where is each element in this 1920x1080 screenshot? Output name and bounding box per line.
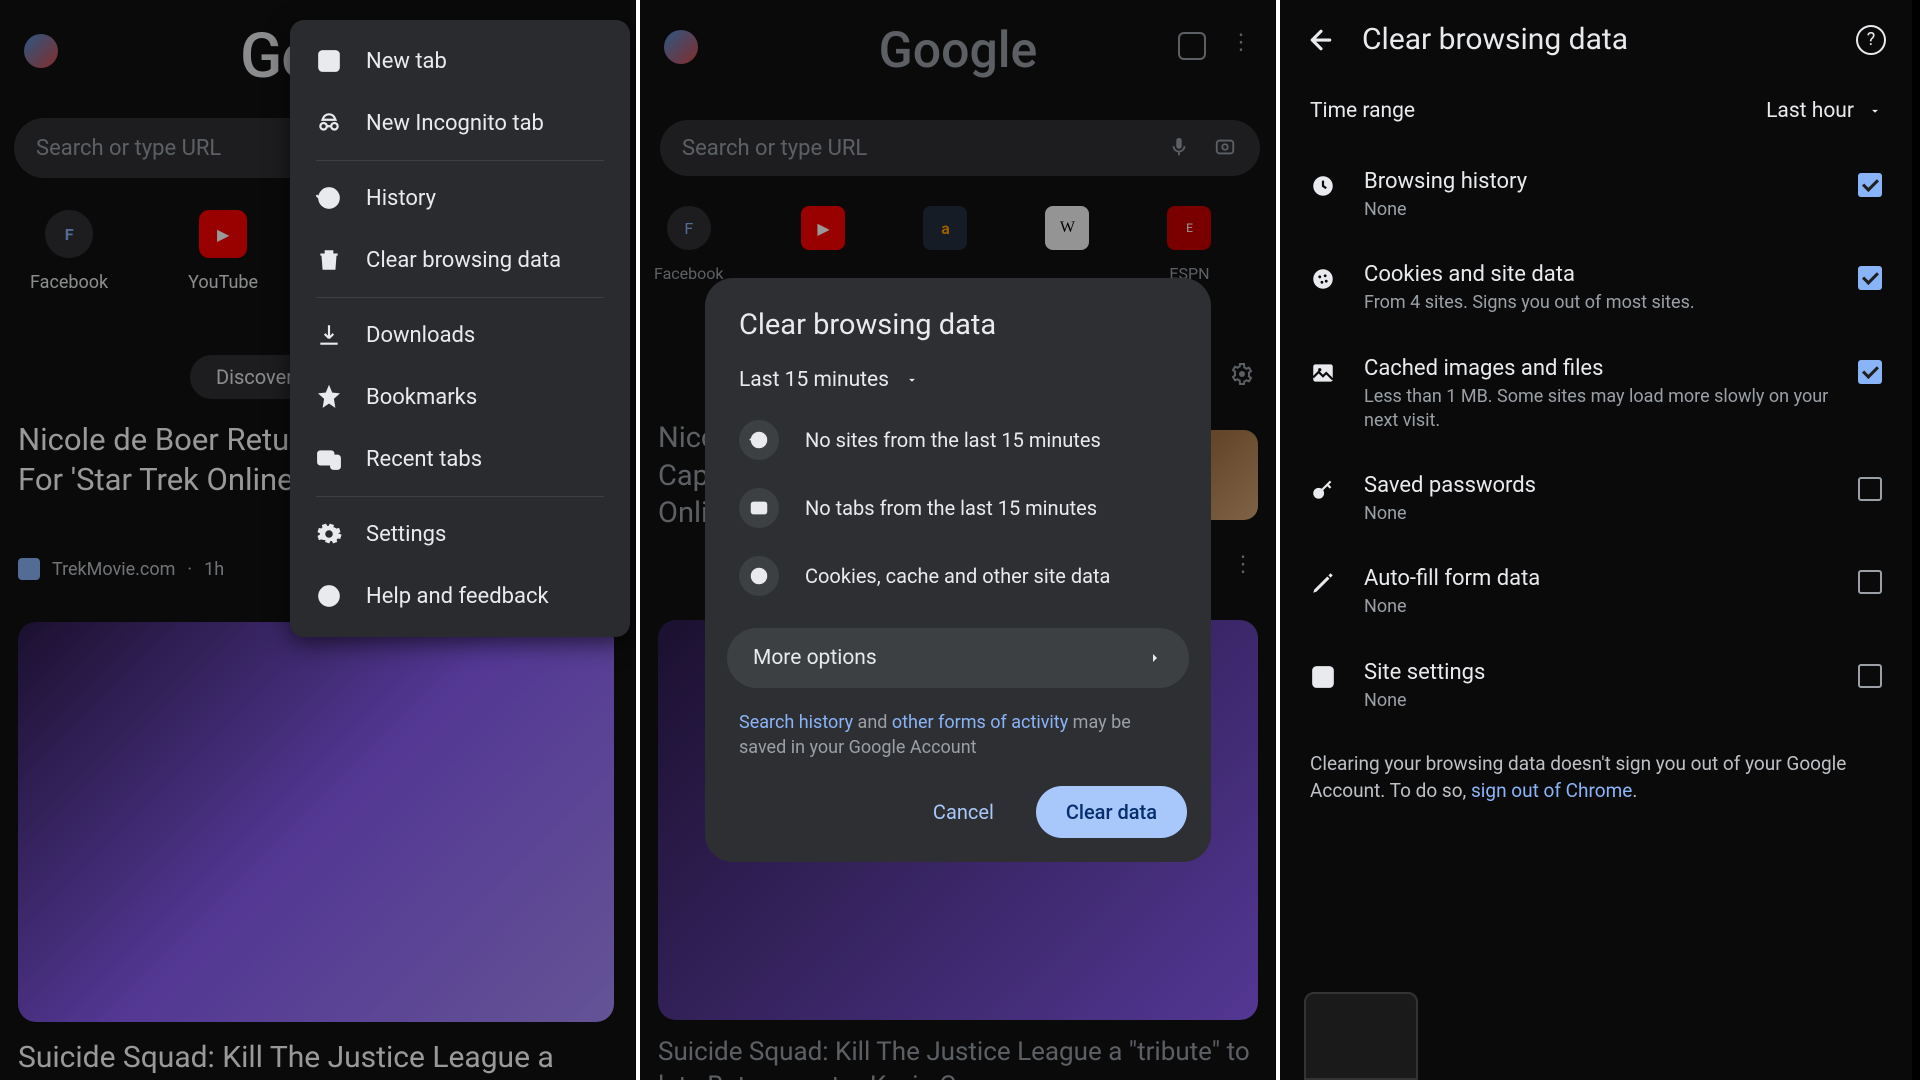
search-placeholder: Search or type URL <box>36 136 221 161</box>
shortcut-tiles: FFacebook ▶ a W EESPN <box>640 206 1211 283</box>
cookie-icon <box>1310 266 1338 294</box>
checkbox[interactable] <box>1858 173 1882 197</box>
menu-divider <box>316 160 604 161</box>
option-autofill[interactable]: Auto-fill form dataNone <box>1280 546 1912 639</box>
tabs-button[interactable] <box>1178 32 1206 60</box>
download-icon <box>316 322 342 348</box>
devices-icon <box>316 446 342 472</box>
cookie-icon <box>739 556 779 596</box>
page-header: Clear browsing data ? <box>1280 0 1912 79</box>
article-source: TrekMovie.com <box>52 559 175 580</box>
tab-icon <box>739 488 779 528</box>
time-range-label: Time range <box>1310 99 1415 123</box>
article-age: 1h <box>204 559 224 580</box>
history-icon <box>316 185 342 211</box>
option-site-settings[interactable]: Site settingsNone <box>1280 640 1912 733</box>
checkbox[interactable] <box>1858 360 1882 384</box>
menu-help[interactable]: Help and feedback <box>290 565 630 627</box>
chevron-down-icon <box>1868 104 1882 118</box>
menu-downloads[interactable]: Downloads <box>290 304 630 366</box>
option-cookies[interactable]: Cookies and site dataFrom 4 sites. Signs… <box>1280 242 1912 335</box>
dialog-footer-text: Search history and other forms of activi… <box>705 688 1211 760</box>
card-more-icon[interactable]: ⋮ <box>1232 552 1254 577</box>
menu-bookmarks[interactable]: Bookmarks <box>290 366 630 428</box>
article-meta: TrekMovie.com · 1h <box>18 558 224 580</box>
back-icon[interactable] <box>1306 25 1336 55</box>
cancel-button[interactable]: Cancel <box>911 786 1016 838</box>
pencil-icon <box>1310 570 1338 598</box>
time-range-dropdown[interactable]: Last hour <box>1766 99 1882 123</box>
row-no-tabs: No tabs from the last 15 minutes <box>705 474 1211 542</box>
more-options-button[interactable]: More options <box>727 628 1189 688</box>
checkbox[interactable] <box>1858 570 1882 594</box>
key-icon <box>1310 477 1338 505</box>
screenshot-1: Go Search or type URL F Facebook ▶ YouTu… <box>0 0 640 1080</box>
tile-youtube[interactable]: ▶ YouTube <box>188 210 258 293</box>
menu-divider <box>316 496 604 497</box>
screenshot-2: Google ⋮ Search or type URL FFacebook ▶ … <box>640 0 1280 1080</box>
google-logo: Google <box>879 22 1038 80</box>
settings-box-icon <box>1310 664 1338 692</box>
star-icon <box>316 384 342 410</box>
menu-divider <box>316 297 604 298</box>
plus-square-icon <box>316 48 342 74</box>
menu-recent-tabs[interactable]: Recent tabs <box>290 428 630 490</box>
option-cached[interactable]: Cached images and filesLess than 1 MB. S… <box>1280 336 1912 454</box>
phone-preview <box>1304 992 1418 1080</box>
lens-icon[interactable] <box>1214 136 1236 158</box>
row-cookies: Cookies, cache and other site data <box>705 542 1211 610</box>
sign-out-link[interactable]: sign out of Chrome <box>1471 779 1632 802</box>
incognito-icon <box>316 110 342 136</box>
mic-icon[interactable] <box>1168 136 1190 158</box>
search-placeholder: Search or type URL <box>682 136 867 161</box>
option-browsing-history[interactable]: Browsing historyNone <box>1280 149 1912 242</box>
gear-icon[interactable] <box>1230 362 1254 386</box>
chevron-right-icon <box>1147 650 1163 666</box>
search-history-link[interactable]: Search history <box>739 712 853 733</box>
image-icon <box>1310 360 1338 388</box>
option-passwords[interactable]: Saved passwordsNone <box>1280 453 1912 546</box>
avatar[interactable] <box>664 30 698 64</box>
history-icon <box>739 420 779 460</box>
checkbox[interactable] <box>1858 664 1882 688</box>
shortcut-tiles: F Facebook ▶ YouTube <box>0 210 258 293</box>
other-activity-link[interactable]: other forms of activity <box>892 712 1068 733</box>
chevron-down-icon <box>905 373 919 387</box>
overflow-menu: New tab New Incognito tab History Clear … <box>290 20 630 637</box>
screenshot-3: Clear browsing data ? Time range Last ho… <box>1280 0 1912 1080</box>
avatar[interactable] <box>24 34 58 68</box>
footer-note: Clearing your browsing data doesn't sign… <box>1280 733 1912 822</box>
page-title: Clear browsing data <box>1362 22 1830 57</box>
gear-icon <box>316 521 342 547</box>
article-headline-2[interactable]: Suicide Squad: Kill The Justice League a… <box>18 1038 618 1080</box>
tile-youtube[interactable]: ▶ <box>801 206 845 283</box>
menu-new-tab[interactable]: New tab <box>290 30 630 92</box>
clear-data-button[interactable]: Clear data <box>1036 786 1187 838</box>
article-headline-2[interactable]: Suicide Squad: Kill The Justice League a… <box>658 1036 1258 1080</box>
menu-incognito[interactable]: New Incognito tab <box>290 92 630 154</box>
tile-facebook[interactable]: F Facebook <box>30 210 108 293</box>
menu-clear-data[interactable]: Clear browsing data <box>290 229 630 291</box>
dialog-title: Clear browsing data <box>705 308 1211 358</box>
menu-history[interactable]: History <box>290 167 630 229</box>
trash-icon <box>316 247 342 273</box>
clock-icon <box>1310 173 1338 201</box>
menu-settings[interactable]: Settings <box>290 503 630 565</box>
tile-facebook[interactable]: FFacebook <box>654 206 723 283</box>
help-icon[interactable]: ? <box>1856 25 1886 55</box>
tile-espn[interactable]: EESPN <box>1167 206 1211 283</box>
source-favicon <box>18 558 40 580</box>
checkbox[interactable] <box>1858 477 1882 501</box>
help-icon <box>316 583 342 609</box>
time-range-dropdown[interactable]: Last 15 minutes <box>705 358 1211 406</box>
tile-wikipedia[interactable]: W <box>1045 206 1089 283</box>
dialog-actions: Cancel Clear data <box>705 760 1211 838</box>
more-icon[interactable]: ⋮ <box>1230 30 1252 55</box>
row-no-sites: No sites from the last 15 minutes <box>705 406 1211 474</box>
checkbox[interactable] <box>1858 266 1882 290</box>
article-image[interactable] <box>18 622 614 1022</box>
tile-amazon[interactable]: a <box>923 206 967 283</box>
time-range-row[interactable]: Time range Last hour <box>1280 79 1912 149</box>
clear-data-dialog: Clear browsing data Last 15 minutes No s… <box>705 278 1211 862</box>
